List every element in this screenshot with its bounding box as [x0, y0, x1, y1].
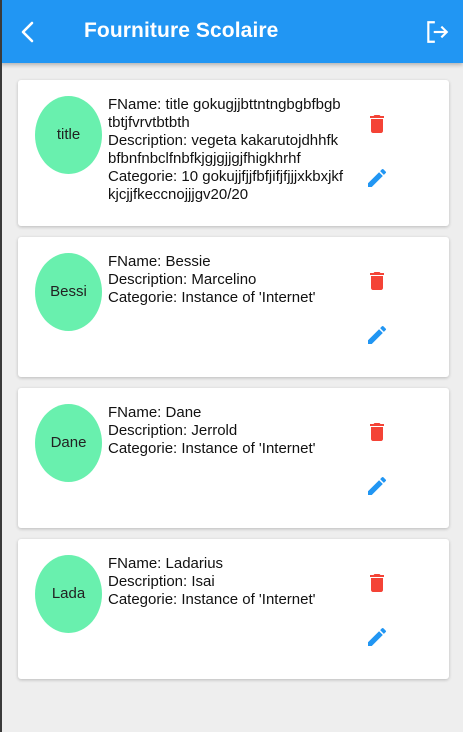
trash-icon [365, 269, 389, 293]
window-edge [0, 0, 2, 732]
pencil-icon [365, 474, 389, 498]
item-name-line: FName: Bessie [108, 253, 211, 270]
delete-button[interactable] [365, 420, 389, 444]
trash-icon [365, 420, 389, 444]
logout-icon [424, 19, 450, 45]
list-item: title FName: title gokugjjbttntngbgbfbgb… [18, 80, 449, 226]
list-item: Dane FName: Dane Description: Jerrold Ca… [18, 388, 449, 528]
item-name-line: FName: Dane [108, 404, 202, 421]
list-item: Lada FName: Ladarius Description: Isai C… [18, 539, 449, 679]
avatar: Dane [35, 404, 102, 482]
edit-button[interactable] [365, 166, 389, 190]
arrow-back-icon [16, 20, 40, 44]
pencil-icon [365, 323, 389, 347]
item-description: Isai [191, 573, 215, 590]
item-info: FName: title gokugjjbttntngbgbfbgbtbtjfv… [108, 96, 344, 204]
pencil-icon [365, 625, 389, 649]
item-categorie: Instance of 'Internet' [181, 289, 316, 306]
item-name-line: FName: title gokugjjbttntngbgbfbgbtbtjfv… [108, 96, 341, 131]
trash-icon [365, 571, 389, 595]
app-bar: Fourniture Scolaire [0, 0, 463, 63]
item-categorie: Instance of 'Internet' [181, 440, 316, 457]
item-name-line: FName: Ladarius [108, 555, 224, 572]
item-description-line: Description: vegeta kakarutojdhhfkbfbnfn… [108, 132, 339, 167]
delete-button[interactable] [365, 571, 389, 595]
item-name: Dane [165, 404, 202, 421]
delete-button[interactable] [365, 112, 389, 136]
item-name: Bessie [165, 253, 211, 270]
item-description: Marcelino [191, 271, 257, 288]
edit-button[interactable] [365, 323, 389, 347]
item-description: Jerrold [191, 422, 238, 439]
item-description-line: Description: Marcelino [108, 271, 257, 288]
item-categorie-line: Categorie: Instance of 'Internet' [108, 440, 316, 457]
edit-button[interactable] [365, 625, 389, 649]
item-categorie: Instance of 'Internet' [181, 591, 316, 608]
back-button[interactable] [14, 18, 42, 46]
item-info: FName: Bessie Description: Marcelino Cat… [108, 253, 344, 307]
item-list: title FName: title gokugjjbttntngbgbfbgb… [18, 80, 449, 690]
item-categorie-line: Categorie: Instance of 'Internet' [108, 591, 316, 608]
logout-button[interactable] [423, 18, 451, 46]
page-title: Fourniture Scolaire [84, 19, 279, 42]
item-description-line: Description: Jerrold [108, 422, 238, 439]
list-item: Bessi FName: Bessie Description: Marceli… [18, 237, 449, 377]
trash-icon [365, 112, 389, 136]
avatar: title [35, 96, 102, 174]
item-name: Ladarius [165, 555, 224, 572]
item-info: FName: Dane Description: Jerrold Categor… [108, 404, 344, 458]
item-info: FName: Ladarius Description: Isai Catego… [108, 555, 344, 609]
avatar: Lada [35, 555, 102, 633]
item-categorie-line: Categorie: 10 gokujjfjjfbfjifjfjjjxkbxjk… [108, 168, 344, 203]
item-categorie-line: Categorie: Instance of 'Internet' [108, 289, 316, 306]
avatar: Bessi [35, 253, 102, 331]
item-description-line: Description: Isai [108, 573, 215, 590]
pencil-icon [365, 166, 389, 190]
edit-button[interactable] [365, 474, 389, 498]
delete-button[interactable] [365, 269, 389, 293]
